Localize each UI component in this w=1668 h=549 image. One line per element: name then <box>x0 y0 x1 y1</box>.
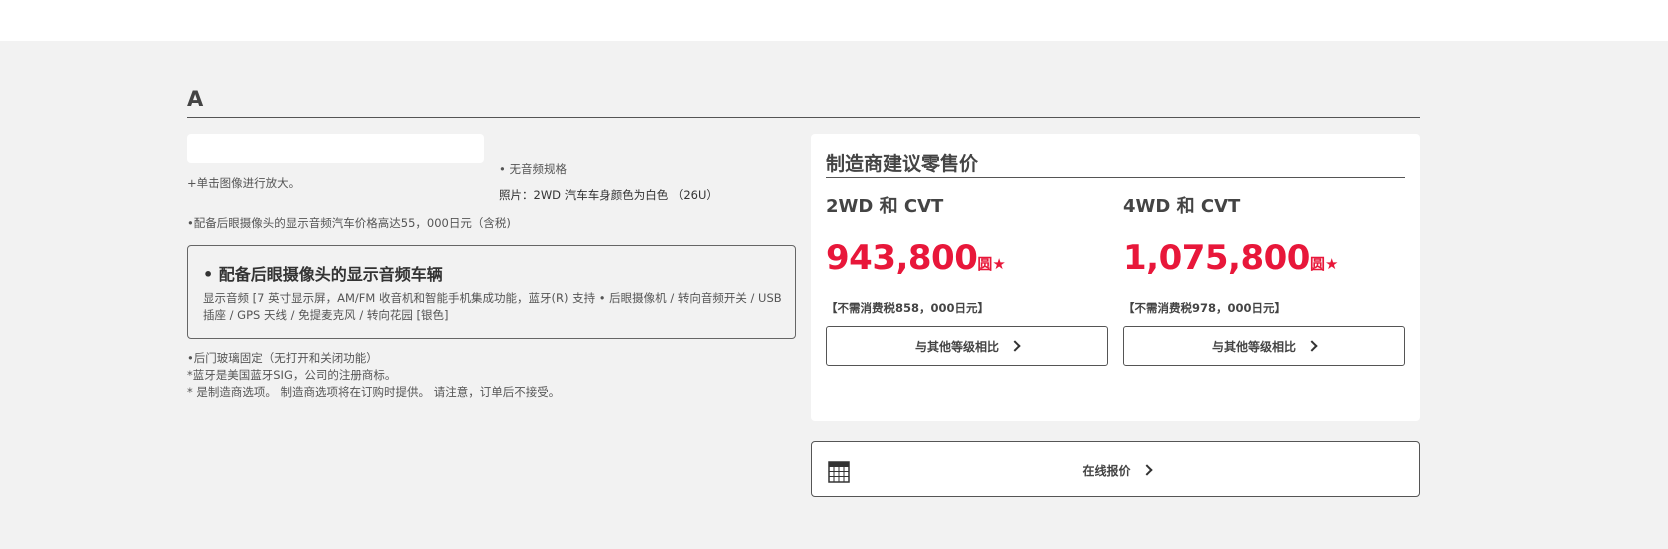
trim-name: 2WD 和 CVT <box>826 196 944 217</box>
zoom-note: +单击图像进行放大。 <box>187 176 301 190</box>
tax-exclusive-note: 【不需消费税978，000日元】 <box>1123 301 1287 315</box>
chevron-right-icon <box>1306 340 1318 352</box>
grade-divider <box>187 117 1420 118</box>
no-audio-note: • 无音频规格 <box>499 162 567 176</box>
price-row: 1,075,800圆★ <box>1123 238 1338 278</box>
star-icon: ★ <box>1324 255 1339 273</box>
trim-column-4wd: 4WD 和 CVT 1,075,800圆★ 【不需消费税978，000日元】 与… <box>1123 192 1405 412</box>
grade-title: A <box>187 87 204 111</box>
compare-label: 与其他等级相比 <box>1211 339 1296 354</box>
msrp-divider <box>826 177 1405 178</box>
audio-option-description: 显示音频 [7 英寸显示屏，AM/FM 收音机和智能手机集成功能，蓝牙(R) 支… <box>203 291 782 322</box>
photo-color-note: 照片：2WD 汽车车身颜色为白色 （26U） <box>499 188 718 202</box>
msrp-title: 制造商建议零售价 <box>826 153 979 175</box>
footnote-item: * 是制造商选项。 制造商选项将在订购时提供。 请注意，订单后不接受。 <box>187 385 561 399</box>
trim-column-2wd: 2WD 和 CVT 943,800圆★ 【不需消费税858，000日元】 与其他… <box>826 192 1108 412</box>
price-row: 943,800圆★ <box>826 238 1006 278</box>
price-value: 943,800 <box>826 238 978 278</box>
star-icon: ★ <box>992 255 1006 273</box>
chevron-right-icon <box>1009 340 1021 352</box>
trim-name: 4WD 和 CVT <box>1123 196 1241 217</box>
estimate-label: 在线报价 <box>1082 463 1131 478</box>
tax-exclusive-note: 【不需消费税858，000日元】 <box>826 301 990 315</box>
price-unit: 圆 <box>1309 255 1325 273</box>
footnotes: •后门玻璃固定（无打开和关闭功能） *蓝牙是美国蓝牙SIG，公司的注册商标。 *… <box>187 350 560 401</box>
msrp-panel: 制造商建议零售价 2WD 和 CVT 943,800圆★ 【不需消费税858，0… <box>811 134 1420 421</box>
vehicle-image[interactable] <box>187 134 484 163</box>
footnote-item: •后门玻璃固定（无打开和关闭功能） <box>187 351 378 365</box>
audio-option-title: • 配备后眼摄像头的显示音频车辆 <box>203 265 443 284</box>
chevron-right-icon <box>1140 464 1153 476</box>
compare-label: 与其他等级相比 <box>914 339 999 354</box>
price-value: 1,075,800 <box>1123 238 1310 278</box>
footnote-item: *蓝牙是美国蓝牙SIG，公司的注册商标。 <box>187 368 397 382</box>
audio-option-box: • 配备后眼摄像头的显示音频车辆 显示音频 [7 英寸显示屏，AM/FM 收音机… <box>187 245 796 339</box>
top-header-band <box>0 0 1668 41</box>
compare-grades-button[interactable]: 与其他等级相比 <box>826 326 1108 366</box>
price-unit: 圆 <box>977 255 993 273</box>
compare-grades-button[interactable]: 与其他等级相比 <box>1123 326 1405 366</box>
option-price-note: •配备后眼摄像头的显示音频汽车价格高达55，000日元（含税) <box>187 216 511 230</box>
online-estimate-button[interactable]: 在线报价 <box>811 441 1420 497</box>
estimate-content: 在线报价 <box>812 442 1421 498</box>
